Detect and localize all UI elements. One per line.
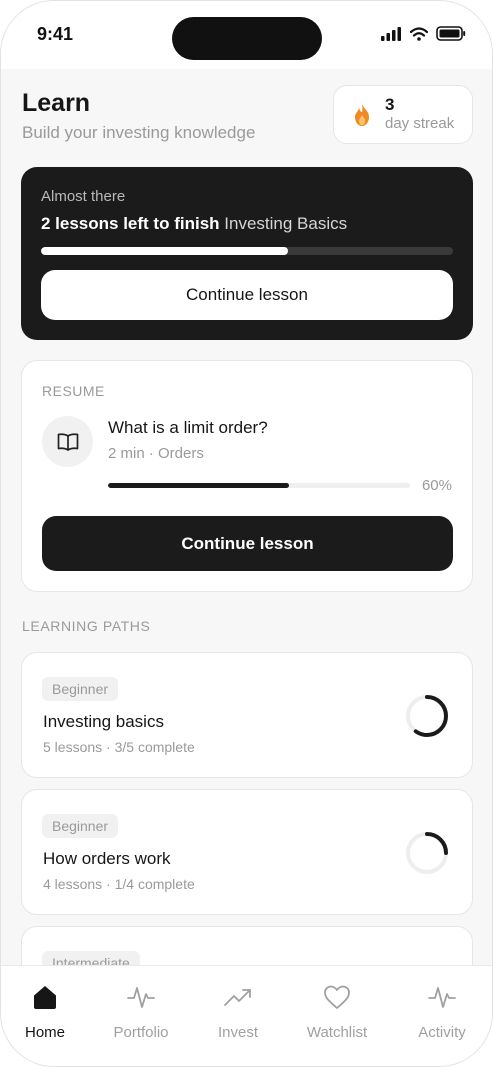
section-label-learning-paths: LEARNING PATHS [22, 618, 151, 634]
resume-lesson-title[interactable]: What is a limit order? [108, 418, 268, 438]
flame-icon [355, 104, 369, 126]
status-time: 9:41 [37, 24, 74, 44]
resume-eyebrow: RESUME [42, 383, 105, 399]
goal-headline: 2 lessons left to finish Investing Basic… [41, 214, 347, 234]
goal-course-name: Investing Basics [224, 214, 348, 233]
signal-icon [381, 26, 401, 41]
level-badge: Beginner [42, 677, 119, 701]
status-icons [381, 26, 466, 41]
tab-portfolio[interactable]: Portfolio [93, 982, 189, 1041]
tab-home-label: Home [24, 1024, 65, 1041]
path-card[interactable]: Beginner How orders work 4 lessons · 1/4… [21, 789, 473, 915]
tab-bar: Home Portfolio Invest Watchlist Activity [1, 965, 492, 1066]
path-card[interactable]: Beginner Investing basics 5 lessons · 3/… [21, 652, 473, 778]
goal-progress-bar [41, 247, 453, 255]
phone-screen: 9:41 Learn Build your investing knowledg… [0, 0, 493, 1067]
path-meta: 5 lessons · 3/5 complete [43, 739, 195, 755]
tab-invest[interactable]: Invest [190, 982, 286, 1041]
tab-invest-label: Invest [217, 1024, 259, 1041]
resume-progress-bar [108, 483, 410, 488]
book-icon [57, 432, 78, 451]
wifi-icon [410, 26, 428, 41]
trending-up-icon [224, 989, 251, 1006]
path-title: Investing basics [43, 712, 164, 731]
level-badge: Beginner [42, 814, 119, 838]
progress-ring [406, 832, 448, 874]
pulse-icon [127, 987, 155, 1008]
goal-progress-fill [41, 247, 289, 255]
streak-label: day streak [385, 115, 455, 132]
tab-activity-label: Activity [418, 1024, 466, 1041]
page-title: Learn [22, 89, 91, 117]
path-title: How orders work [43, 849, 171, 868]
resume-progress-percent: 60% [421, 477, 452, 494]
tab-watchlist[interactable]: Watchlist [289, 982, 385, 1041]
lesson-icon-badge [42, 416, 93, 467]
resume-lesson-meta: 2 min · Orders [108, 445, 204, 462]
streak-count: 3 [385, 95, 395, 114]
page-subtitle: Build your investing knowledge [22, 123, 256, 142]
goal-headline-bold: 2 lessons left to finish [41, 214, 220, 233]
tab-watchlist-label: Watchlist [306, 1024, 368, 1041]
goal-card: Almost there 2 lessons left to finish In… [21, 167, 473, 340]
resume-progress-fill [108, 483, 290, 488]
resume-continue-button[interactable]: Continue lesson [42, 516, 453, 571]
status-bar: 9:41 [1, 1, 492, 69]
dynamic-island [172, 17, 322, 60]
battery-icon [436, 26, 466, 41]
goal-eyebrow: Almost there [41, 188, 126, 205]
path-meta: 4 lessons · 1/4 complete [43, 876, 195, 892]
resume-card: RESUME What is a limit order? 2 min · Or… [21, 360, 473, 592]
continue-lesson-button[interactable]: Continue lesson [41, 270, 453, 320]
tab-home[interactable]: Home [1, 982, 93, 1041]
progress-ring [406, 695, 448, 737]
streak-badge[interactable]: 3 day streak [333, 85, 473, 144]
tab-portfolio-label: Portfolio [113, 1024, 169, 1041]
tab-activity[interactable]: Activity [394, 982, 490, 1041]
heart-icon [324, 985, 350, 1009]
activity-icon [428, 987, 456, 1008]
home-icon [34, 986, 56, 1009]
